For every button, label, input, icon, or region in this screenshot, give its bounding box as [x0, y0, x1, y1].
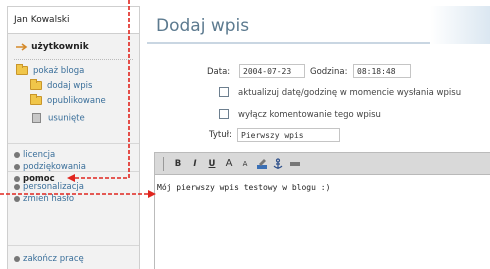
- header-shade: [430, 6, 490, 44]
- folder-icon: [30, 94, 42, 105]
- tree-item-label: opublikowane: [47, 96, 106, 106]
- bullet-icon: [14, 195, 20, 202]
- date-input[interactable]: 2004-07-23: [239, 64, 305, 78]
- entry-title-label: Tytuł:: [209, 130, 232, 140]
- user-section-title: użytkownik: [31, 42, 89, 52]
- user-name: Jan Kowalski: [8, 7, 139, 34]
- underline-button[interactable]: U: [206, 158, 218, 170]
- anchor-icon[interactable]: [272, 158, 284, 170]
- main-panel: Dodaj wpis Data: 2004-07-23 Godzina: 08:…: [147, 6, 490, 269]
- folder-icon: [30, 79, 42, 90]
- italic-button[interactable]: I: [189, 158, 201, 170]
- link-label: personalizacja: [23, 182, 84, 192]
- tree-item-show-blog[interactable]: pokaż bloga: [16, 64, 85, 76]
- font-size-down-button[interactable]: A: [239, 158, 251, 170]
- bold-button[interactable]: B: [172, 158, 184, 170]
- tree-item-label: pokaż bloga: [33, 66, 85, 76]
- link-label: zakończ pracę: [23, 254, 84, 264]
- disable-comments-label: wyłącz komentowanie tego wpisu: [238, 110, 381, 120]
- sidebar: Jan Kowalski użytkownik pokaż bloga doda…: [7, 6, 140, 269]
- page-title: Dodaj wpis: [156, 16, 250, 36]
- tree-item-add-entry[interactable]: dodaj wpis: [30, 79, 93, 91]
- bullet-icon: [14, 151, 20, 158]
- page-header: Dodaj wpis: [147, 6, 490, 44]
- link-change-password[interactable]: zmień hasło: [14, 194, 74, 204]
- editor-toolbar: B I U A A: [155, 153, 490, 175]
- entry-title-input[interactable]: Pierwszy wpis: [237, 128, 340, 142]
- user-section-header[interactable]: użytkownik: [15, 42, 89, 52]
- trash-icon: [32, 113, 41, 123]
- user-section: użytkownik pokaż bloga dodaj wpis opubli…: [8, 34, 139, 143]
- update-date-label: aktualizuj datę/godzinę w momencie wysła…: [238, 88, 462, 98]
- link-license[interactable]: licencja: [14, 150, 55, 160]
- link-label: zmień hasło: [23, 194, 75, 204]
- chevron-right-icon: [16, 42, 28, 51]
- tree-item-deleted[interactable]: usunięte: [30, 113, 85, 124]
- bullet-icon: [14, 163, 20, 170]
- links-group-account: personalizacja zmień hasło: [8, 171, 139, 221]
- links-group-logout: zakończ pracę: [8, 245, 139, 269]
- link-logout[interactable]: zakończ pracę: [14, 254, 84, 264]
- date-label: Data:: [207, 67, 231, 77]
- link-label: licencja: [23, 150, 56, 160]
- tree-item-published[interactable]: opublikowane: [30, 94, 106, 106]
- color-icon[interactable]: [256, 158, 268, 170]
- tree-item-label: usunięte: [48, 113, 85, 124]
- bullet-icon: [14, 183, 20, 190]
- update-date-checkbox[interactable]: [219, 87, 229, 97]
- disable-comments-checkbox[interactable]: [219, 109, 229, 119]
- folder-icon: [16, 64, 28, 75]
- time-label: Godzina:: [310, 67, 348, 77]
- bullet-icon: [14, 255, 20, 262]
- link-personalize[interactable]: personalizacja: [14, 182, 84, 192]
- time-input[interactable]: 08:18:48: [353, 64, 411, 78]
- font-size-up-button[interactable]: A: [223, 158, 235, 170]
- editor-content[interactable]: Mój pierwszy wpis testowy w blogu :): [157, 183, 330, 192]
- tree-item-label: dodaj wpis: [47, 81, 93, 91]
- divider: [14, 59, 133, 60]
- rich-text-editor: B I U A A Mój pierwszy wpis testowy w bl…: [154, 152, 490, 269]
- toolbar-separator: [163, 157, 164, 171]
- horizontal-rule-icon[interactable]: [289, 158, 301, 170]
